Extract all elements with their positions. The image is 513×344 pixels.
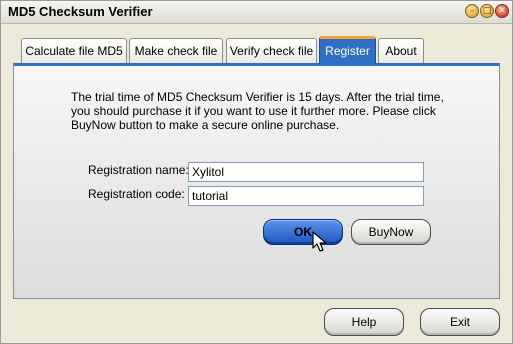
ok-button[interactable]: OK	[263, 219, 343, 245]
minimize-icon: –	[469, 6, 475, 16]
close-icon: ✕	[498, 6, 506, 16]
tab-calculate-file-md5[interactable]: Calculate file MD5	[21, 38, 127, 63]
tab-register[interactable]: Register	[319, 36, 376, 64]
maximize-icon: □	[482, 6, 492, 16]
maximize-button[interactable]: □	[480, 4, 494, 18]
registration-name-field[interactable]: Xylitol	[188, 162, 424, 182]
tab-make-check-file[interactable]: Make check file	[129, 38, 223, 63]
tab-about[interactable]: About	[378, 38, 424, 63]
buynow-button[interactable]: BuyNow	[351, 219, 431, 245]
exit-button[interactable]: Exit	[420, 308, 500, 336]
md5-checksum-verifier-window: MD5 Checksum Verifier – □ ✕ Calculate fi…	[0, 0, 513, 344]
mouse-cursor-icon	[312, 231, 327, 252]
help-button[interactable]: Help	[324, 308, 404, 336]
close-button[interactable]: ✕	[495, 4, 509, 18]
window-title: MD5 Checksum Verifier	[8, 4, 153, 19]
registration-code-field[interactable]: tutorial	[188, 186, 424, 206]
register-tab-page: The trial time of MD5 Checksum Verifier …	[13, 63, 500, 299]
registration-name-label: Registration name:	[88, 163, 189, 177]
minimize-button[interactable]: –	[465, 4, 479, 18]
title-bar[interactable]: MD5 Checksum Verifier – □ ✕	[1, 1, 512, 24]
trial-info-text: The trial time of MD5 Checksum Verifier …	[71, 90, 444, 132]
registration-code-label: Registration code:	[88, 187, 185, 201]
tab-verify-check-file[interactable]: Verify check file	[226, 38, 317, 63]
